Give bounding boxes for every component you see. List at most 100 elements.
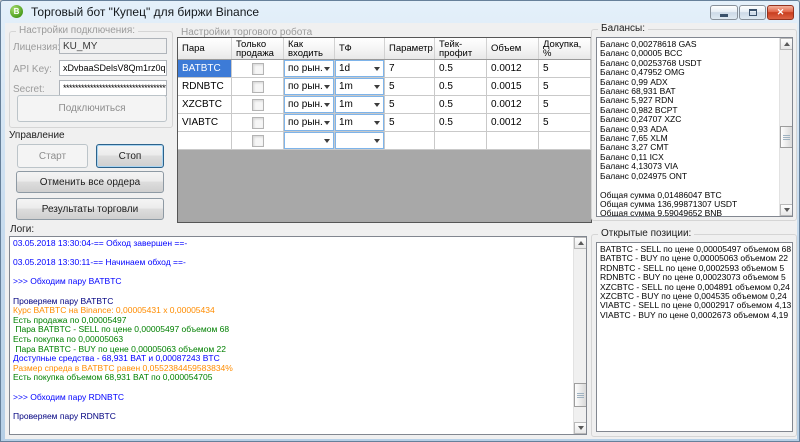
table-rows: BATBTC по рын... 1d 7 0.5 0.0012 5 RDNBT…: [178, 60, 591, 132]
col-header-volume[interactable]: Объем: [487, 38, 539, 59]
cell-rebuy[interactable]: 5: [539, 78, 591, 96]
api-key-field[interactable]: xDvbaaSDelsV8Qm1rz0qRgzN: [59, 60, 167, 76]
cell-param-new[interactable]: [385, 132, 435, 150]
cell-rebuy[interactable]: 5: [539, 96, 591, 114]
col-header-tf[interactable]: ТФ: [335, 38, 385, 59]
entry-combobox[interactable]: по рын...: [284, 78, 334, 95]
arrow-up-icon: [784, 42, 790, 46]
tf-combobox[interactable]: [335, 132, 384, 149]
cell-pair[interactable]: BATBTC: [178, 60, 232, 78]
cell-volume[interactable]: 0.0015: [487, 78, 539, 96]
cell-tf[interactable]: 1m: [335, 114, 385, 132]
cancel-all-orders-button[interactable]: Отменить все ордера: [16, 171, 164, 193]
col-header-param[interactable]: Параметр: [385, 38, 435, 59]
position-item[interactable]: VIABTC - BUY по цене 0,0002673 объемом 4…: [598, 311, 790, 320]
cell-pair-new[interactable]: [178, 132, 232, 150]
scroll-down-button[interactable]: [780, 204, 793, 216]
balance-item[interactable]: Баланс 0,024975 ONT: [598, 172, 777, 181]
balance-total-item[interactable]: Общая сумма 9,59049652 BNB: [598, 209, 777, 217]
cell-param[interactable]: 7: [385, 60, 435, 78]
scrollbar-thumb[interactable]: [574, 383, 587, 407]
cell-entry[interactable]: по рын...: [284, 60, 335, 78]
cell-tf-new[interactable]: [335, 132, 385, 150]
checkbox-icon[interactable]: [252, 81, 264, 93]
cell-rebuy-new[interactable]: [539, 132, 591, 150]
cell-only-sell[interactable]: [232, 96, 284, 114]
cell-take-profit[interactable]: 0.5: [435, 114, 487, 132]
tf-combobox[interactable]: 1m: [335, 96, 384, 113]
tf-combobox[interactable]: 1m: [335, 78, 384, 95]
tf-combobox[interactable]: 1m: [335, 114, 384, 131]
cell-only-sell[interactable]: [232, 78, 284, 96]
cell-pair[interactable]: RDNBTC: [178, 78, 232, 96]
scroll-up-button[interactable]: [574, 237, 587, 249]
secret-field[interactable]: *************************************: [59, 80, 167, 96]
balances-scrollbar[interactable]: [779, 38, 792, 216]
maximize-button[interactable]: [739, 5, 766, 20]
cell-rebuy[interactable]: 5: [539, 114, 591, 132]
cell-take-profit[interactable]: 0.5: [435, 96, 487, 114]
cell-only-sell-new[interactable]: [232, 132, 284, 150]
checkbox-icon[interactable]: [252, 117, 264, 129]
scrollbar-thumb[interactable]: [780, 126, 793, 148]
trade-results-button[interactable]: Результаты торговли: [16, 198, 164, 220]
cell-param[interactable]: 5: [385, 114, 435, 132]
log-line: Проверяем пару RDNBTC: [12, 412, 571, 422]
cell-entry-new[interactable]: [284, 132, 335, 150]
connect-button[interactable]: Подключиться: [17, 95, 167, 122]
license-label: Лицензия:: [13, 42, 60, 53]
col-header-only-sell[interactable]: Только продажа: [232, 38, 284, 59]
cell-only-sell[interactable]: [232, 114, 284, 132]
scroll-down-button[interactable]: [574, 422, 587, 434]
checkbox-icon[interactable]: [252, 99, 264, 111]
logs-textbox[interactable]: 03.05.2018 13:30:04-== Обход завершен ==…: [9, 236, 587, 435]
checkbox-icon[interactable]: [252, 63, 264, 75]
entry-combobox[interactable]: по рын...: [284, 114, 334, 131]
cell-entry[interactable]: по рын...: [284, 114, 335, 132]
cell-pair[interactable]: VIABTC: [178, 114, 232, 132]
col-header-entry[interactable]: Как входить: [284, 38, 335, 59]
cell-tf[interactable]: 1d: [335, 60, 385, 78]
cell-volume[interactable]: 0.0012: [487, 96, 539, 114]
checkbox-icon[interactable]: [252, 135, 264, 147]
cell-param[interactable]: 5: [385, 78, 435, 96]
chevron-down-icon: [374, 139, 380, 143]
cell-pair[interactable]: XZCBTC: [178, 96, 232, 114]
cell-take-profit[interactable]: 0.5: [435, 60, 487, 78]
open-positions-label: Открытые позиции:: [598, 228, 694, 240]
log-line: 03.05.2018 13:30:04-== Обход завершен ==…: [12, 239, 571, 249]
scroll-up-button[interactable]: [780, 38, 793, 50]
title-bar[interactable]: B Торговый бот "Купец" для биржи Binance…: [1, 1, 799, 23]
col-header-take-profit[interactable]: Тейк-профит: [435, 38, 487, 59]
start-button[interactable]: Старт: [17, 144, 88, 168]
cell-only-sell[interactable]: [232, 60, 284, 78]
chevron-down-icon: [324, 85, 330, 89]
app-window: B Торговый бот "Купец" для биржи Binance…: [0, 0, 800, 442]
tf-combobox[interactable]: 1d: [335, 60, 384, 77]
cell-volume-new[interactable]: [487, 132, 539, 150]
cell-tf[interactable]: 1m: [335, 96, 385, 114]
cell-volume[interactable]: 0.0012: [487, 114, 539, 132]
logs-content: 03.05.2018 13:30:04-== Обход завершен ==…: [12, 239, 571, 421]
stop-button[interactable]: Стоп: [96, 144, 164, 168]
cell-take-profit[interactable]: 0.5: [435, 78, 487, 96]
col-header-pair[interactable]: Пара: [178, 38, 232, 59]
cell-entry[interactable]: по рын...: [284, 78, 335, 96]
minimize-button[interactable]: [710, 5, 738, 20]
entry-combobox[interactable]: по рын...: [284, 60, 334, 77]
maximize-icon: [749, 9, 757, 16]
cell-entry[interactable]: по рын...: [284, 96, 335, 114]
cell-param[interactable]: 5: [385, 96, 435, 114]
cell-take-profit-new[interactable]: [435, 132, 487, 150]
balances-listbox[interactable]: Баланс 0,00278618 GASБаланс 0,00005 BCCБ…: [596, 37, 793, 217]
positions-listbox[interactable]: BATBTC - SELL по цене 0,00005497 объемом…: [596, 242, 793, 432]
license-field[interactable]: KU_MY: [59, 38, 167, 54]
close-button[interactable]: ✕: [767, 5, 794, 20]
entry-combobox[interactable]: [284, 132, 334, 149]
cell-rebuy[interactable]: 5: [539, 60, 591, 78]
col-header-rebuy[interactable]: Докупка, %: [539, 38, 591, 59]
cell-volume[interactable]: 0.0012: [487, 60, 539, 78]
logs-scrollbar[interactable]: [573, 237, 586, 434]
entry-combobox[interactable]: по рын...: [284, 96, 334, 113]
cell-tf[interactable]: 1m: [335, 78, 385, 96]
